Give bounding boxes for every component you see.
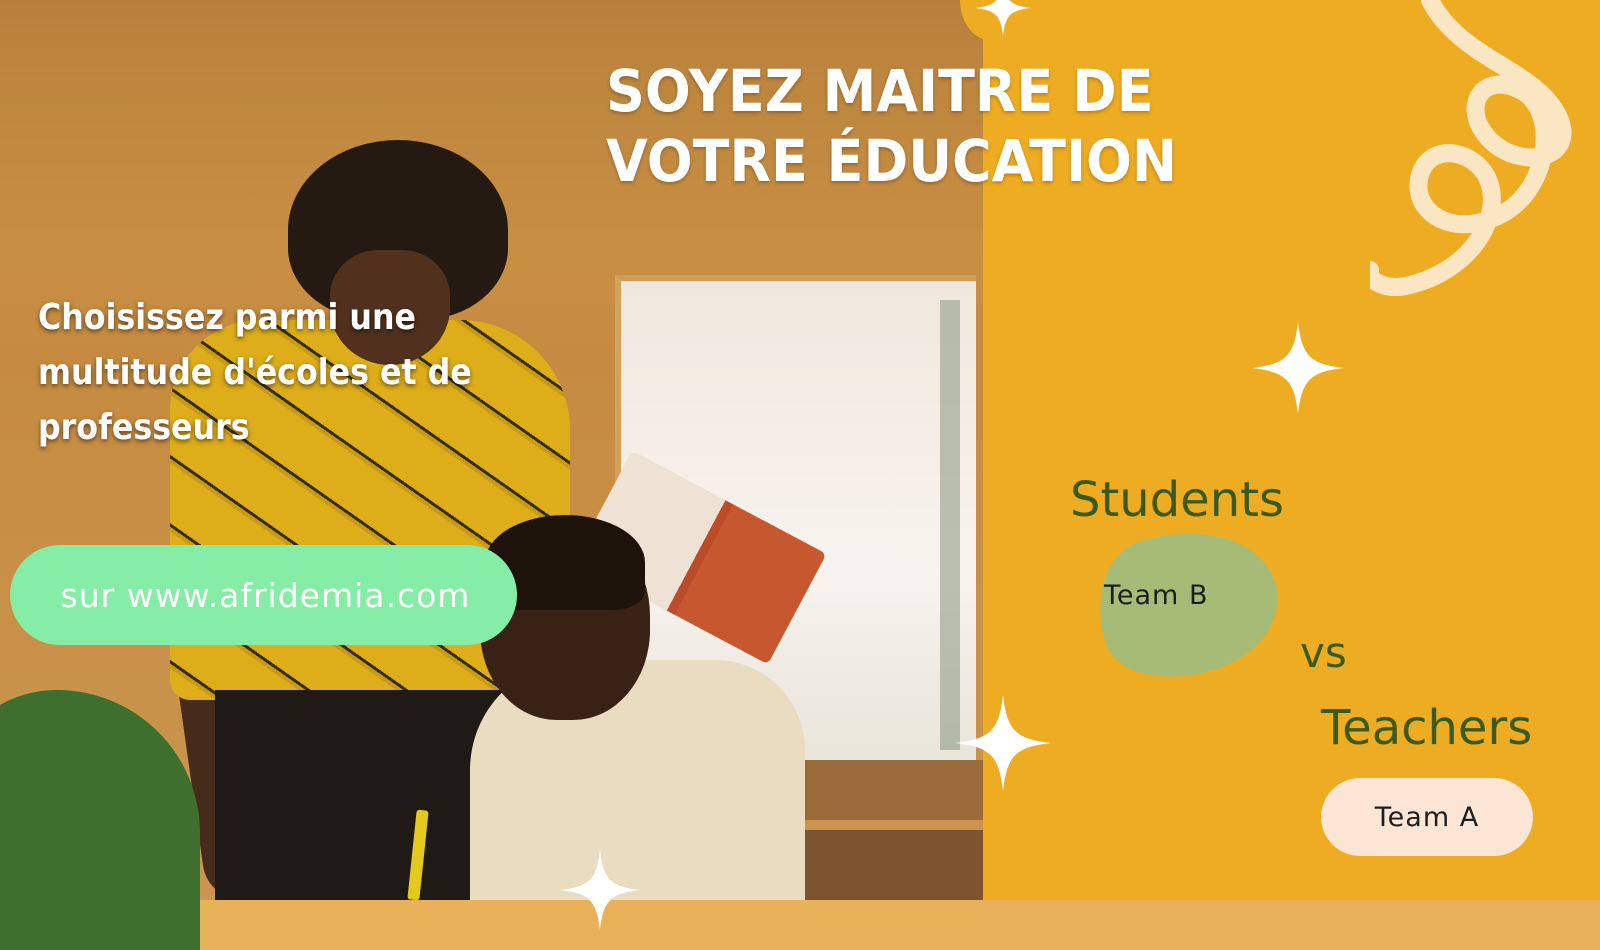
- sparkle-icon: [1252, 322, 1344, 414]
- sparkle-icon: [560, 850, 640, 930]
- swirl-decoration: [1370, 0, 1572, 296]
- sparkle-icon: [955, 695, 1051, 791]
- vs-label: vs: [1300, 628, 1347, 677]
- team-a-badge: Team A: [1321, 778, 1533, 856]
- subtitle: Choisissez parmi une multitude d'écoles …: [38, 297, 472, 448]
- headline-line-1: SOYEZ MAITRE DE: [606, 57, 1154, 125]
- students-label: Students: [1070, 472, 1284, 528]
- website-link-button[interactable]: sur www.afridemia.com: [10, 545, 517, 645]
- headline: SOYEZ MAITRE DE VOTRE ÉDUCATION: [606, 56, 1201, 196]
- teachers-label: Teachers: [1321, 700, 1533, 756]
- team-b-label: Team B: [1104, 580, 1209, 611]
- headline-line-2: VOTRE ÉDUCATION: [606, 127, 1178, 195]
- sparkle-icon: [975, 0, 1031, 36]
